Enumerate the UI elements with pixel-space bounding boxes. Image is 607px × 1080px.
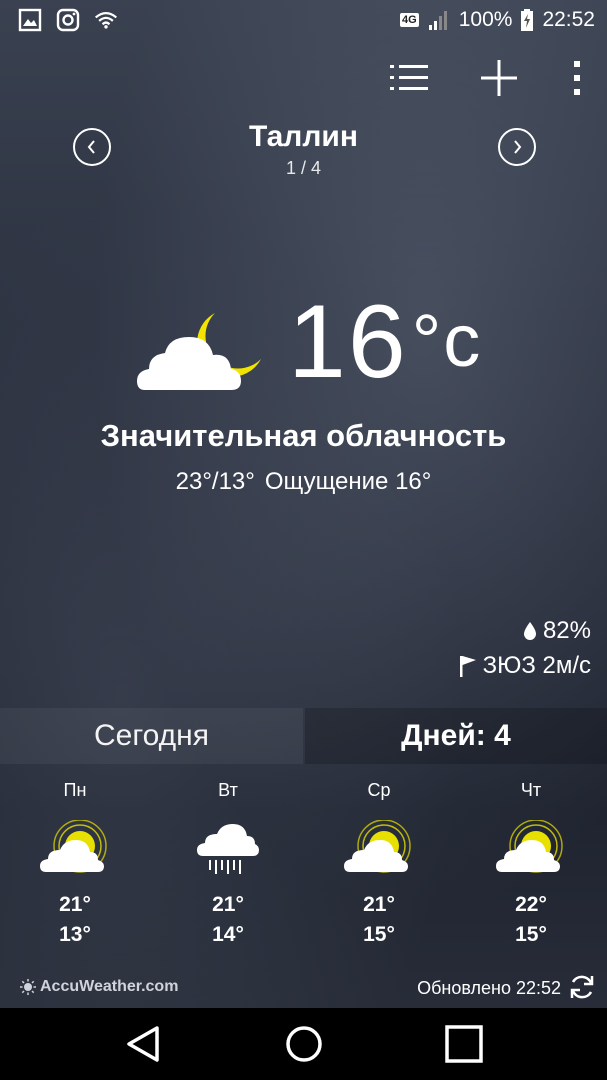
day-low: 15° xyxy=(363,923,395,946)
status-left-icons xyxy=(18,8,118,32)
day-high: 21° xyxy=(59,893,91,916)
flag-icon xyxy=(459,656,476,677)
chevron-right-icon xyxy=(514,140,522,154)
sun-cloud-icon xyxy=(496,820,563,873)
forecast-day: Вт 21° 14° xyxy=(173,778,283,950)
day-high: 21° xyxy=(363,893,395,916)
day-name: Ср xyxy=(367,780,391,800)
back-icon[interactable] xyxy=(121,1022,165,1066)
humidity: 82% xyxy=(523,617,591,645)
daily-forecast: Пн 21° 13° Вт 21° 14° Ср 21° 15° Чт 22° … xyxy=(0,778,607,958)
system-navigation-bar xyxy=(0,1008,607,1080)
accuweather-link[interactable]: AccuWeather.com xyxy=(20,978,178,996)
status-bar: 4G 100% 22:52 xyxy=(0,0,607,42)
instagram-icon xyxy=(56,8,80,32)
day-high: 22° xyxy=(515,893,547,916)
home-icon[interactable] xyxy=(282,1022,326,1066)
signal-icon xyxy=(428,11,447,30)
forecast-day: Ср 21° 15° xyxy=(324,778,434,950)
day-name: Пн xyxy=(63,780,87,800)
temperature-value: 16 xyxy=(288,284,408,400)
humidity-value: 82% xyxy=(542,617,591,644)
status-time: 22:52 xyxy=(542,8,595,31)
day-low: 15° xyxy=(515,923,547,946)
day-name: Чт xyxy=(520,780,542,800)
toolbar xyxy=(387,56,587,100)
forecast-tabs: Сегодня Дней: 4 xyxy=(0,708,607,764)
current-temperature: 16°c xyxy=(288,290,482,394)
forecast-day: Чт 22° 15° xyxy=(476,778,586,950)
tab-days[interactable]: Дней: 4 xyxy=(305,708,607,764)
day-name: Вт xyxy=(218,780,238,800)
sun-cloud-icon xyxy=(40,820,107,873)
list-icon xyxy=(390,65,428,90)
accuweather-sun-icon xyxy=(20,979,36,995)
day-low: 14° xyxy=(212,923,244,946)
droplet-icon xyxy=(523,622,536,640)
list-button[interactable] xyxy=(387,56,431,100)
weather-condition: Значительная облачность xyxy=(100,418,507,453)
battery-percent: 100% xyxy=(458,8,513,31)
add-icon xyxy=(481,60,517,96)
tab-today[interactable]: Сегодня xyxy=(0,708,303,764)
brand-label: AccuWeather.com xyxy=(40,978,179,995)
hilo-temperature: 23°/13° xyxy=(175,468,255,495)
status-right: 4G 100% 22:52 xyxy=(400,8,595,32)
day-low: 13° xyxy=(59,923,91,946)
battery-icon xyxy=(521,9,534,31)
more-options-button[interactable] xyxy=(567,56,587,100)
footer: AccuWeather.com Обновлено 22:52 xyxy=(0,972,607,1006)
wifi-icon xyxy=(95,12,117,29)
network-label: 4G xyxy=(400,13,419,27)
sun-cloud-icon xyxy=(344,820,411,873)
wind: ЗЮЗ 2м/с xyxy=(459,652,591,680)
feels-like: Ощущение 16° xyxy=(264,468,432,495)
more-vert-icon xyxy=(574,61,580,95)
next-city-button[interactable] xyxy=(498,128,536,166)
refresh-icon[interactable] xyxy=(567,972,597,1002)
gallery-icon xyxy=(18,8,42,32)
forecast-day: Пн 21° 13° xyxy=(20,778,130,950)
temperature-unit: °c xyxy=(411,299,483,382)
add-city-button[interactable] xyxy=(477,56,521,100)
rain-cloud-icon xyxy=(197,824,259,874)
hilo-feels-like: 23°/13° Ощущение 16° xyxy=(0,468,607,496)
last-updated: Обновлено 22:52 xyxy=(417,978,561,998)
cloud-moon-icon xyxy=(137,313,261,390)
city-selector: Таллин 1 / 4 xyxy=(0,118,607,188)
wind-value: ЗЮЗ 2м/с xyxy=(482,652,591,679)
day-high: 21° xyxy=(212,893,244,916)
recent-apps-icon[interactable] xyxy=(442,1022,486,1066)
